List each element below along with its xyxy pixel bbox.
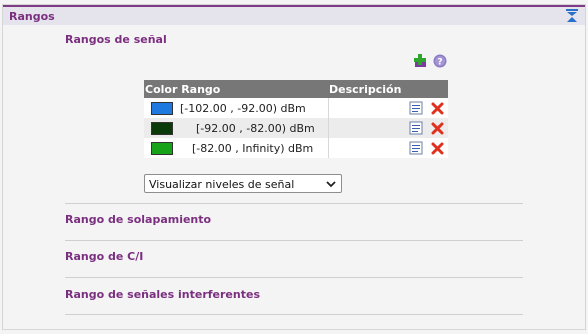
column-header-actions (405, 80, 448, 98)
description-cell (327, 118, 405, 138)
panel-header[interactable]: Rangos (3, 5, 585, 25)
overlap-range-title[interactable]: Rango de solapamiento (65, 213, 211, 226)
edit-icon[interactable] (409, 121, 423, 135)
table-row[interactable]: [-92.00 , -82.00) dBm (144, 118, 448, 138)
actions-cell (405, 98, 448, 118)
interfering-signals-range-title[interactable]: Rango de señales interferentes (65, 288, 260, 301)
color-cell (144, 98, 180, 118)
edit-icon[interactable] (409, 101, 423, 115)
table-header-row: Color Rango Descripción (144, 80, 448, 98)
range-cell: [-82.00 , Infinity) dBm (192, 141, 314, 155)
delete-icon[interactable] (431, 101, 445, 115)
delete-icon[interactable] (431, 141, 445, 155)
table-row[interactable]: [-82.00 , Infinity) dBm (144, 138, 448, 158)
color-swatch (151, 141, 173, 155)
actions-cell (405, 138, 448, 158)
column-header-description: Descripción (328, 80, 405, 98)
signal-level-select[interactable]: Visualizar niveles de señal (144, 174, 342, 193)
select-value: Visualizar niveles de señal (149, 178, 295, 191)
panel-title: Rangos (9, 10, 55, 23)
help-icon[interactable]: ? (433, 54, 447, 68)
column-header-color-range: Color Rango (144, 80, 328, 98)
signal-ranges-table: Color Rango Descripción [-102.00 , -92.0… (144, 80, 448, 158)
actions-cell (405, 118, 448, 138)
chevron-down-icon (326, 181, 336, 188)
delete-icon[interactable] (431, 121, 445, 135)
ranges-panel: Rangos Rangos de señal ? Color Rango Des… (2, 4, 586, 330)
ci-range-title[interactable]: Rango de C/I (65, 250, 143, 263)
divider (65, 203, 523, 204)
divider (65, 314, 523, 315)
collapse-icon[interactable] (565, 9, 579, 23)
divider (65, 277, 523, 278)
add-icon[interactable] (413, 54, 427, 68)
edit-icon[interactable] (409, 141, 423, 155)
description-cell (327, 98, 405, 118)
color-swatch (151, 101, 173, 115)
color-cell (144, 118, 180, 138)
table-row[interactable]: [-102.00 , -92.00) dBm (144, 98, 448, 118)
svg-text:?: ? (437, 58, 442, 68)
divider (65, 240, 523, 241)
description-cell (327, 138, 405, 158)
range-cell: [-92.00 , -82.00) dBm (180, 118, 328, 138)
range-cell: [-102.00 , -92.00) dBm (180, 101, 306, 115)
color-swatch (151, 121, 173, 135)
color-cell (144, 138, 180, 158)
signal-ranges-title[interactable]: Rangos de señal (65, 33, 167, 46)
